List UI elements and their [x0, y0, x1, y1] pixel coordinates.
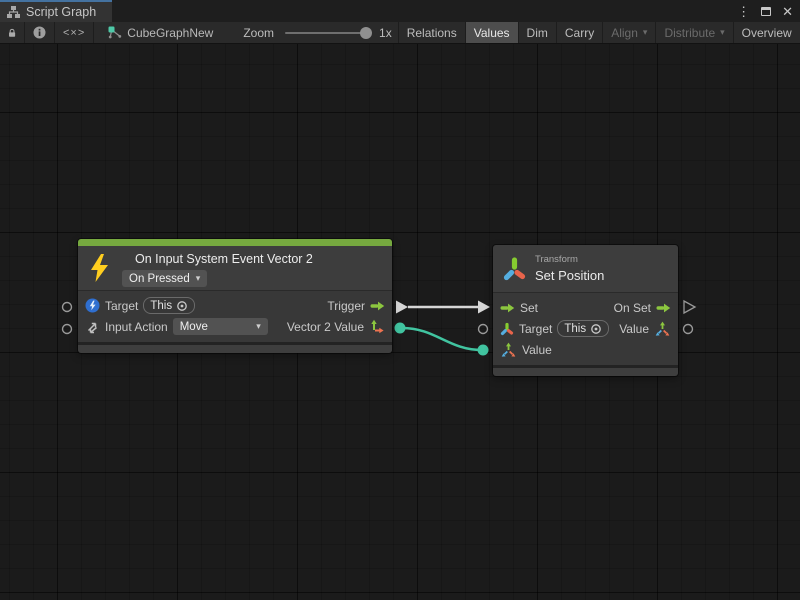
graph-hierarchy-icon — [7, 6, 20, 18]
edit-source-button[interactable]: <×> — [55, 22, 94, 43]
input-action-dropdown[interactable]: Move ▾ — [173, 318, 268, 335]
relations-button[interactable]: Relations — [399, 22, 466, 43]
maximize-icon[interactable] — [761, 7, 771, 16]
set-node-header: Transform Set Position — [493, 245, 678, 293]
event-node-footer — [78, 345, 392, 353]
input-action-icon — [85, 320, 100, 334]
lock-icon — [8, 27, 16, 39]
event-mode-value: On Pressed — [129, 273, 190, 285]
target-label: Target — [105, 299, 138, 313]
trigger-output-port[interactable] — [396, 301, 408, 314]
transform-icon — [502, 255, 527, 283]
event-target-port[interactable] — [63, 303, 72, 312]
caret-down-icon: ▾ — [256, 322, 261, 331]
event-node-title: On Input System Event Vector 2 — [135, 252, 313, 266]
info-icon — [33, 26, 46, 39]
event-target-row: Target This Trigger — [78, 295, 392, 316]
set-target-value: This — [564, 323, 586, 335]
set-row: Set On Set — [493, 297, 678, 318]
code-icon: <×> — [63, 27, 85, 39]
set-node-title: Set Position — [535, 268, 604, 283]
set-value-row: Value — [493, 339, 678, 360]
tab-script-graph[interactable]: Script Graph — [0, 0, 112, 22]
set-node-body: Set On Set Target T — [493, 293, 678, 365]
set-label: Set — [520, 301, 538, 315]
script-graph-window: Script Graph ⋮ ✕ <×> — [0, 0, 800, 600]
info-button[interactable] — [25, 22, 55, 43]
player-input-icon — [85, 298, 100, 313]
value-out-label: Value — [619, 322, 649, 336]
set-target-object-field[interactable]: This — [557, 320, 609, 337]
event-input-action-port[interactable] — [63, 325, 72, 334]
target-value: This — [150, 300, 172, 312]
value-connection[interactable] — [402, 328, 482, 350]
node-set-position[interactable]: Transform Set Position Set On Set — [493, 245, 678, 376]
value-in-label: Value — [522, 343, 552, 357]
set-node-footer — [493, 368, 678, 376]
zoom-slider[interactable] — [285, 32, 371, 34]
set-target-label: Target — [519, 322, 552, 336]
tab-label: Script Graph — [26, 5, 96, 19]
on-set-output-port[interactable] — [684, 301, 695, 313]
graph-toolbar: <×> CubeGraphNew Zoom 1x Relations Value… — [0, 22, 800, 44]
set-target-port[interactable] — [479, 325, 488, 334]
align-dropdown[interactable]: Align ▾ — [603, 22, 656, 43]
input-action-value: Move — [180, 321, 208, 333]
caret-down-icon: ▾ — [720, 28, 725, 37]
dim-button[interactable]: Dim — [519, 22, 557, 43]
align-label: Align — [611, 26, 638, 40]
trigger-label: Trigger — [327, 299, 365, 313]
caret-down-icon: ▾ — [643, 28, 648, 37]
title-bar: Script Graph ⋮ ✕ — [0, 0, 800, 22]
event-node-body: Target This Trigger — [78, 291, 392, 342]
overview-button[interactable]: Overview — [734, 22, 800, 43]
graph-asset-icon — [108, 26, 122, 39]
graph-name: CubeGraphNew — [127, 26, 213, 40]
vector2-type-icon — [369, 319, 385, 334]
value-input-port[interactable] — [478, 345, 489, 356]
distribute-label: Distribute — [664, 26, 715, 40]
vector2-value-label: Vector 2 Value — [287, 320, 364, 334]
value-output-port[interactable] — [684, 325, 693, 334]
node-on-input-system-event[interactable]: On Input System Event Vector 2 On Presse… — [78, 239, 392, 353]
vector3-type-icon — [654, 321, 671, 336]
carry-button[interactable]: Carry — [557, 22, 603, 43]
flow-arrow-icon — [500, 302, 515, 314]
close-icon[interactable]: ✕ — [782, 5, 793, 18]
event-target-object-field[interactable]: This — [143, 297, 195, 314]
set-input-port[interactable] — [478, 301, 490, 314]
zoom-value: 1x — [375, 22, 399, 43]
menu-icon[interactable]: ⋮ — [737, 5, 750, 18]
window-controls: ⋮ ✕ — [737, 0, 793, 22]
target-picker-icon — [176, 300, 188, 312]
zoom-slider-handle[interactable] — [360, 27, 372, 39]
vector3-type-icon — [500, 342, 517, 357]
flow-arrow-icon — [370, 300, 385, 312]
graph-reference[interactable]: CubeGraphNew — [94, 22, 221, 43]
event-mode-dropdown[interactable]: On Pressed ▾ — [122, 270, 207, 287]
set-node-category: Transform — [535, 254, 578, 265]
flow-arrow-icon — [656, 302, 671, 314]
vector2-output-port[interactable] — [395, 323, 406, 334]
zoom-label: Zoom — [243, 26, 274, 40]
zoom-control: Zoom — [221, 22, 375, 43]
caret-down-icon: ▾ — [196, 274, 201, 283]
event-input-action-row: Input Action Move ▾ Vector 2 Value — [78, 316, 392, 337]
input-action-label: Input Action — [105, 320, 168, 334]
event-node-header: On Input System Event Vector 2 On Presse… — [78, 246, 392, 291]
target-picker-icon — [590, 323, 602, 335]
distribute-dropdown[interactable]: Distribute ▾ — [656, 22, 733, 43]
set-target-row: Target This Value — [493, 318, 678, 339]
transform-mini-icon — [500, 322, 514, 336]
lightning-bolt-icon — [89, 254, 111, 282]
values-button[interactable]: Values — [466, 22, 519, 43]
lock-button[interactable] — [0, 22, 25, 43]
on-set-label: On Set — [614, 301, 651, 315]
event-accent-bar — [78, 239, 392, 246]
graph-canvas[interactable]: On Input System Event Vector 2 On Presse… — [0, 44, 800, 600]
